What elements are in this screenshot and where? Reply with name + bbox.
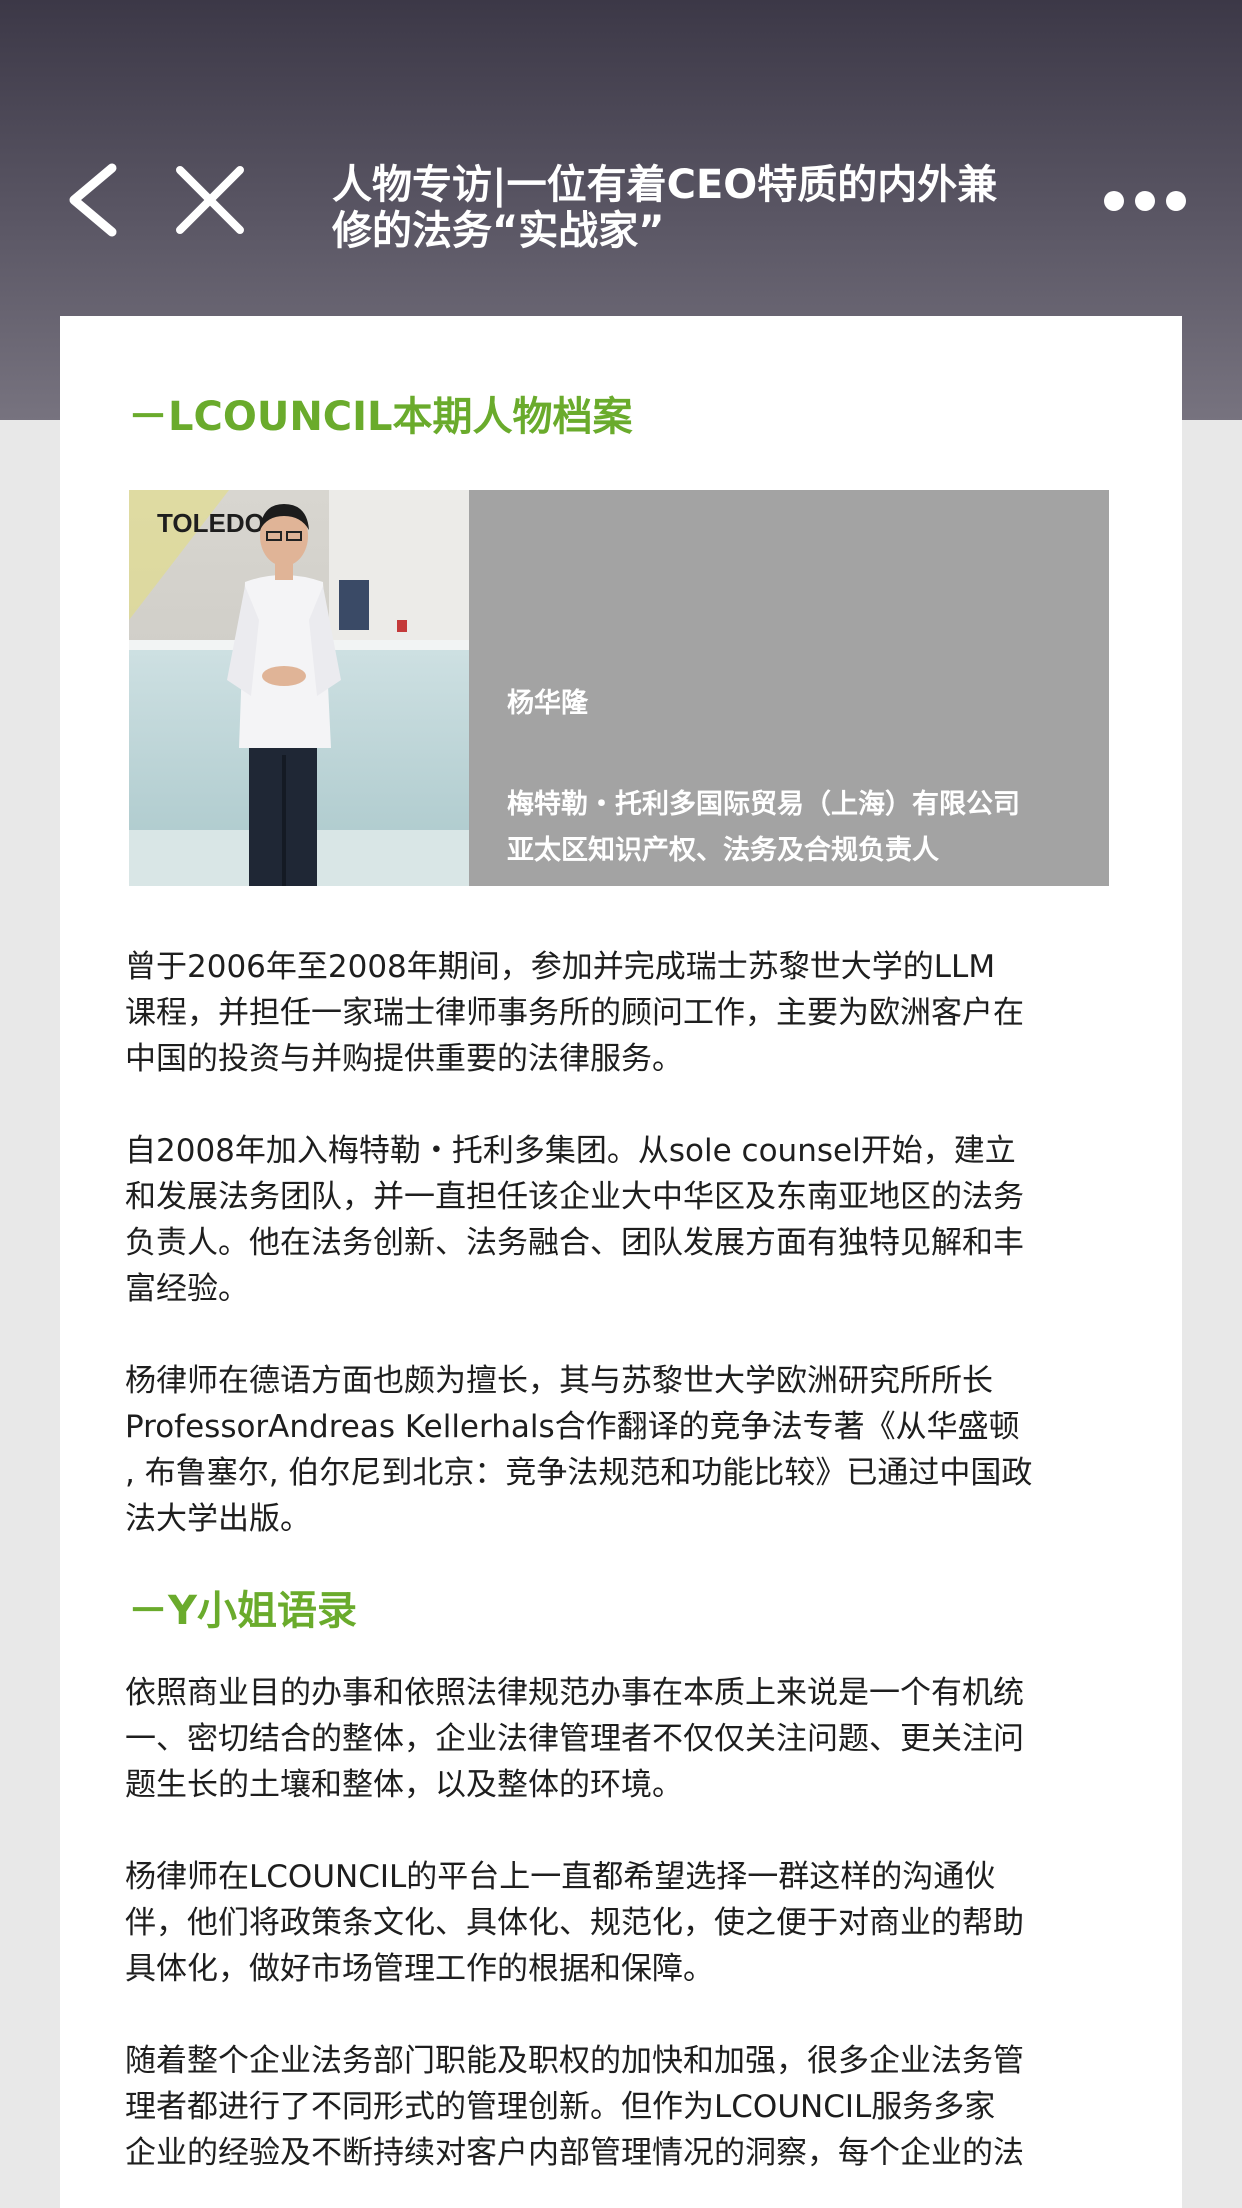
profile-photo: TOLEDO bbox=[129, 490, 469, 886]
profile-name: 杨华隆 bbox=[507, 688, 588, 719]
profile-banner: TOLEDO 杨华隆 梅特勒・托利多国际贸易（上海）有限公司 亚太区知识产权、法… bbox=[129, 490, 1109, 886]
more-button[interactable] bbox=[1100, 178, 1190, 224]
close-button[interactable] bbox=[172, 162, 248, 238]
bio-paragraph-3: 杨律师在德语方面也颇为擅长，其与苏黎世大学欧洲研究所所长 ProfessorAn… bbox=[125, 1363, 1033, 1537]
photo-sign-text: TOLEDO bbox=[157, 508, 265, 538]
article-card: －LCOUNCIL本期人物档案 TOLEDO 杨华隆 梅特勒・托利多国际贸易（上… bbox=[60, 316, 1182, 2208]
more-dots-icon bbox=[1104, 191, 1186, 211]
bio-paragraph-1: 曾于2006年至2008年期间，参加并完成瑞士苏黎世大学的LLM 课程，并担任一… bbox=[125, 949, 1024, 1077]
close-icon bbox=[176, 166, 244, 234]
quote-paragraph-2: 杨律师在LCOUNCIL的平台上一直都希望选择一群这样的沟通伙 伴，他们将政策条… bbox=[125, 1859, 1024, 1987]
quote-section-title: －Y小姐语录 bbox=[128, 1588, 357, 1634]
profile-company: 梅特勒・托利多国际贸易（上海）有限公司 bbox=[507, 789, 1020, 820]
quote-paragraph-1: 依照商业目的办事和依照法律规范办事在本质上来说是一个有机统 一、密切结合的整体，… bbox=[125, 1675, 1024, 1803]
bio-paragraph-2: 自2008年加入梅特勒・托利多集团。从sole counsel开始，建立 和发展… bbox=[125, 1133, 1024, 1307]
page-title: 人物专访|一位有着CEO特质的内外兼 修的法务“实战家” bbox=[332, 162, 998, 254]
profile-section-title: －LCOUNCIL本期人物档案 bbox=[128, 394, 633, 440]
chevron-left-icon bbox=[69, 163, 117, 237]
back-button[interactable] bbox=[60, 160, 130, 240]
profile-position: 亚太区知识产权、法务及合规负责人 bbox=[507, 835, 939, 866]
profile-role: 梅特勒・托利多国际贸易（上海）有限公司 亚太区知识产权、法务及合规负责人 bbox=[507, 782, 1020, 874]
quote-paragraph-3: 随着整个企业法务部门职能及职权的加快和加强，很多企业法务管 理者都进行了不同形式… bbox=[125, 2043, 1024, 2171]
